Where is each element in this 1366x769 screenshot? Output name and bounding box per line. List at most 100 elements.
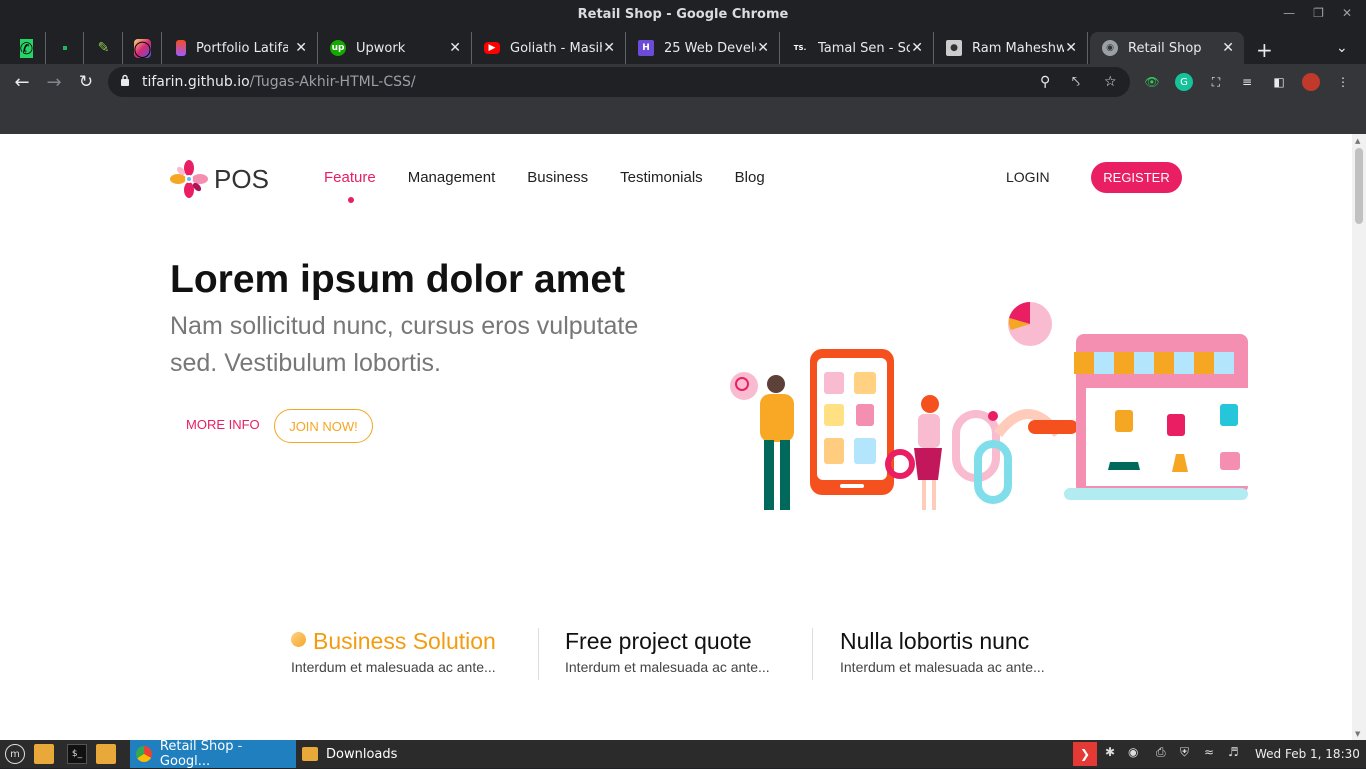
close-tab-icon[interactable]: ✕ bbox=[295, 40, 307, 56]
tab-label: 25 Web Develo bbox=[664, 40, 756, 56]
figma-icon bbox=[176, 40, 186, 56]
browser-toolbar: ← → ↻ tifarin.github.io/Tugas-Akhir-HTML… bbox=[0, 64, 1366, 100]
pinned-tab-instagram[interactable]: ◯ bbox=[124, 32, 162, 64]
share-icon[interactable]: ⤣ bbox=[1072, 74, 1080, 90]
divider bbox=[812, 628, 813, 680]
tab-search-chevron-icon[interactable]: ⌄ bbox=[1336, 40, 1348, 56]
bluetooth-icon[interactable]: ✱ bbox=[1105, 745, 1115, 759]
discord-icon[interactable]: ◉ bbox=[1128, 745, 1138, 759]
page-scrollbar[interactable]: ▲ ▼ bbox=[1352, 134, 1366, 740]
tab-label: Portfolio Latifa bbox=[196, 40, 288, 56]
close-tab-icon[interactable]: ✕ bbox=[1222, 40, 1234, 56]
grammarly-icon[interactable]: G bbox=[1175, 73, 1193, 91]
close-tab-icon[interactable]: ✕ bbox=[911, 40, 923, 56]
file-manager-icon[interactable] bbox=[34, 744, 54, 764]
tab-tamal[interactable]: TS. Tamal Sen - Sof ✕ bbox=[780, 32, 934, 64]
terminal-icon[interactable]: $_ bbox=[67, 744, 87, 764]
feature-desc: Interdum et malesuada ac ante... bbox=[565, 659, 770, 675]
register-button[interactable]: REGISTER bbox=[1091, 162, 1182, 193]
feature-item[interactable]: Free project quote Interdum et malesuada… bbox=[565, 628, 815, 680]
close-tab-icon[interactable]: ✕ bbox=[449, 40, 461, 56]
wifi-icon[interactable]: ≈ bbox=[1204, 745, 1214, 759]
scroll-down-icon[interactable]: ▼ bbox=[1355, 730, 1360, 738]
feature-dot-icon bbox=[291, 632, 306, 647]
feature-list: Business Solution Interdum et malesuada … bbox=[270, 628, 1090, 684]
reload-icon[interactable]: ↻ bbox=[74, 70, 98, 94]
tab-youtube[interactable]: ▶ Goliath - Masih ✕ bbox=[472, 32, 626, 64]
forward-icon[interactable]: → bbox=[42, 70, 66, 94]
feature-desc: Interdum et malesuada ac ante... bbox=[840, 659, 1045, 675]
tab-label: Tamal Sen - Sof bbox=[818, 40, 910, 56]
more-info-button[interactable]: MORE INFO bbox=[186, 417, 260, 432]
nav-business[interactable]: Business bbox=[527, 169, 588, 186]
feature-title: Business Solution bbox=[291, 628, 541, 655]
task-label: Retail Shop - Googl... bbox=[159, 739, 243, 769]
feature-item[interactable]: Nulla lobortis nunc Interdum et malesuad… bbox=[840, 628, 1090, 680]
tab-ram[interactable]: ● Ram Maheshwa ✕ bbox=[934, 32, 1088, 64]
feature-desc: Interdum et malesuada ac ante... bbox=[291, 659, 496, 675]
tab-portfolio[interactable]: Portfolio Latifa ✕ bbox=[164, 32, 318, 64]
maximize-icon[interactable]: ❐ bbox=[1313, 6, 1324, 20]
anydesk-icon[interactable]: ❯ bbox=[1073, 742, 1097, 766]
menu-logo-icon[interactable]: m bbox=[5, 744, 25, 764]
flower-logo-icon bbox=[170, 160, 208, 198]
bookmark-star-icon[interactable]: ☆ bbox=[1104, 74, 1117, 90]
url-path: /Tugas-Akhir-HTML-CSS/ bbox=[249, 74, 416, 90]
profile-avatar-icon[interactable] bbox=[1302, 73, 1320, 91]
active-nav-indicator bbox=[348, 197, 354, 203]
tab-web-dev[interactable]: H 25 Web Develo ✕ bbox=[626, 32, 780, 64]
hero-title: Lorem ipsum dolor amet bbox=[170, 258, 626, 301]
close-window-icon[interactable]: ✕ bbox=[1342, 6, 1352, 20]
shield-icon[interactable]: ⛨ bbox=[1180, 745, 1189, 760]
zoom-icon[interactable]: ⚲ bbox=[1040, 74, 1050, 90]
address-bar[interactable]: tifarin.github.io/Tugas-Akhir-HTML-CSS/ … bbox=[108, 67, 1130, 97]
eye-extension-icon[interactable]: 👁 bbox=[1143, 73, 1161, 91]
spinner-icon bbox=[62, 46, 67, 50]
divider bbox=[538, 628, 539, 680]
nav-testimonials[interactable]: Testimonials bbox=[620, 169, 703, 186]
main-nav: Feature Management Business Testimonials… bbox=[324, 169, 797, 203]
site-icon: TS. bbox=[793, 44, 807, 52]
tab-label: Upwork bbox=[356, 40, 406, 56]
join-now-button[interactable]: JOIN NOW! bbox=[274, 409, 373, 443]
bookmark-bar bbox=[0, 100, 1366, 134]
close-tab-icon[interactable]: ✕ bbox=[603, 40, 615, 56]
logo-text: POS bbox=[214, 163, 269, 194]
menu-kebab-icon[interactable]: ⋮ bbox=[1334, 73, 1352, 91]
folder-icon[interactable] bbox=[96, 744, 116, 764]
feature-item[interactable]: Business Solution Interdum et malesuada … bbox=[291, 628, 541, 680]
feature-title-text: Business Solution bbox=[313, 628, 496, 654]
pinned-tab-loader[interactable] bbox=[46, 32, 84, 64]
clipboard-icon[interactable]: ⎙ bbox=[1156, 745, 1166, 760]
downloads-folder-icon bbox=[302, 747, 318, 761]
nav-management[interactable]: Management bbox=[408, 169, 496, 186]
pinned-tab-whatsapp[interactable]: ✆ bbox=[8, 32, 46, 64]
window-title: Retail Shop - Google Chrome bbox=[577, 7, 789, 22]
task-chrome[interactable]: Retail Shop - Googl... bbox=[130, 739, 296, 769]
scroll-up-icon[interactable]: ▲ bbox=[1355, 137, 1360, 145]
reading-list-icon[interactable]: ≡ bbox=[1238, 73, 1256, 91]
extensions-puzzle-icon[interactable]: ⛶ bbox=[1207, 73, 1225, 91]
login-link[interactable]: LOGIN bbox=[1006, 169, 1050, 185]
tab-retail-shop[interactable]: ◉ Retail Shop ✕ bbox=[1090, 32, 1244, 64]
url-text: tifarin.github.io/Tugas-Akhir-HTML-CSS/ bbox=[142, 74, 416, 90]
site-logo[interactable]: POS bbox=[170, 160, 269, 198]
back-icon[interactable]: ← bbox=[10, 70, 34, 94]
task-downloads[interactable]: Downloads bbox=[296, 740, 446, 768]
pinned-tab-tool[interactable]: ✎ bbox=[85, 32, 123, 64]
tab-upwork[interactable]: up Upwork ✕ bbox=[318, 32, 472, 64]
close-tab-icon[interactable]: ✕ bbox=[757, 40, 769, 56]
nav-feature[interactable]: Feature bbox=[324, 169, 376, 186]
tab-label: Goliath - Masih bbox=[510, 40, 602, 56]
page-viewport: POS Feature Management Business Testimon… bbox=[0, 134, 1352, 740]
clock[interactable]: Wed Feb 1, 18:30 bbox=[1255, 747, 1360, 761]
instagram-icon: ◯ bbox=[133, 38, 152, 58]
new-tab-icon[interactable]: + bbox=[1256, 38, 1273, 62]
feature-title: Free project quote bbox=[565, 628, 752, 654]
side-panel-icon[interactable]: ◧ bbox=[1270, 73, 1288, 91]
close-tab-icon[interactable]: ✕ bbox=[1065, 40, 1077, 56]
nav-blog[interactable]: Blog bbox=[735, 169, 765, 186]
volume-icon[interactable]: ♬ bbox=[1228, 745, 1239, 759]
scrollbar-thumb[interactable] bbox=[1355, 148, 1363, 224]
minimize-icon[interactable]: — bbox=[1283, 6, 1295, 20]
